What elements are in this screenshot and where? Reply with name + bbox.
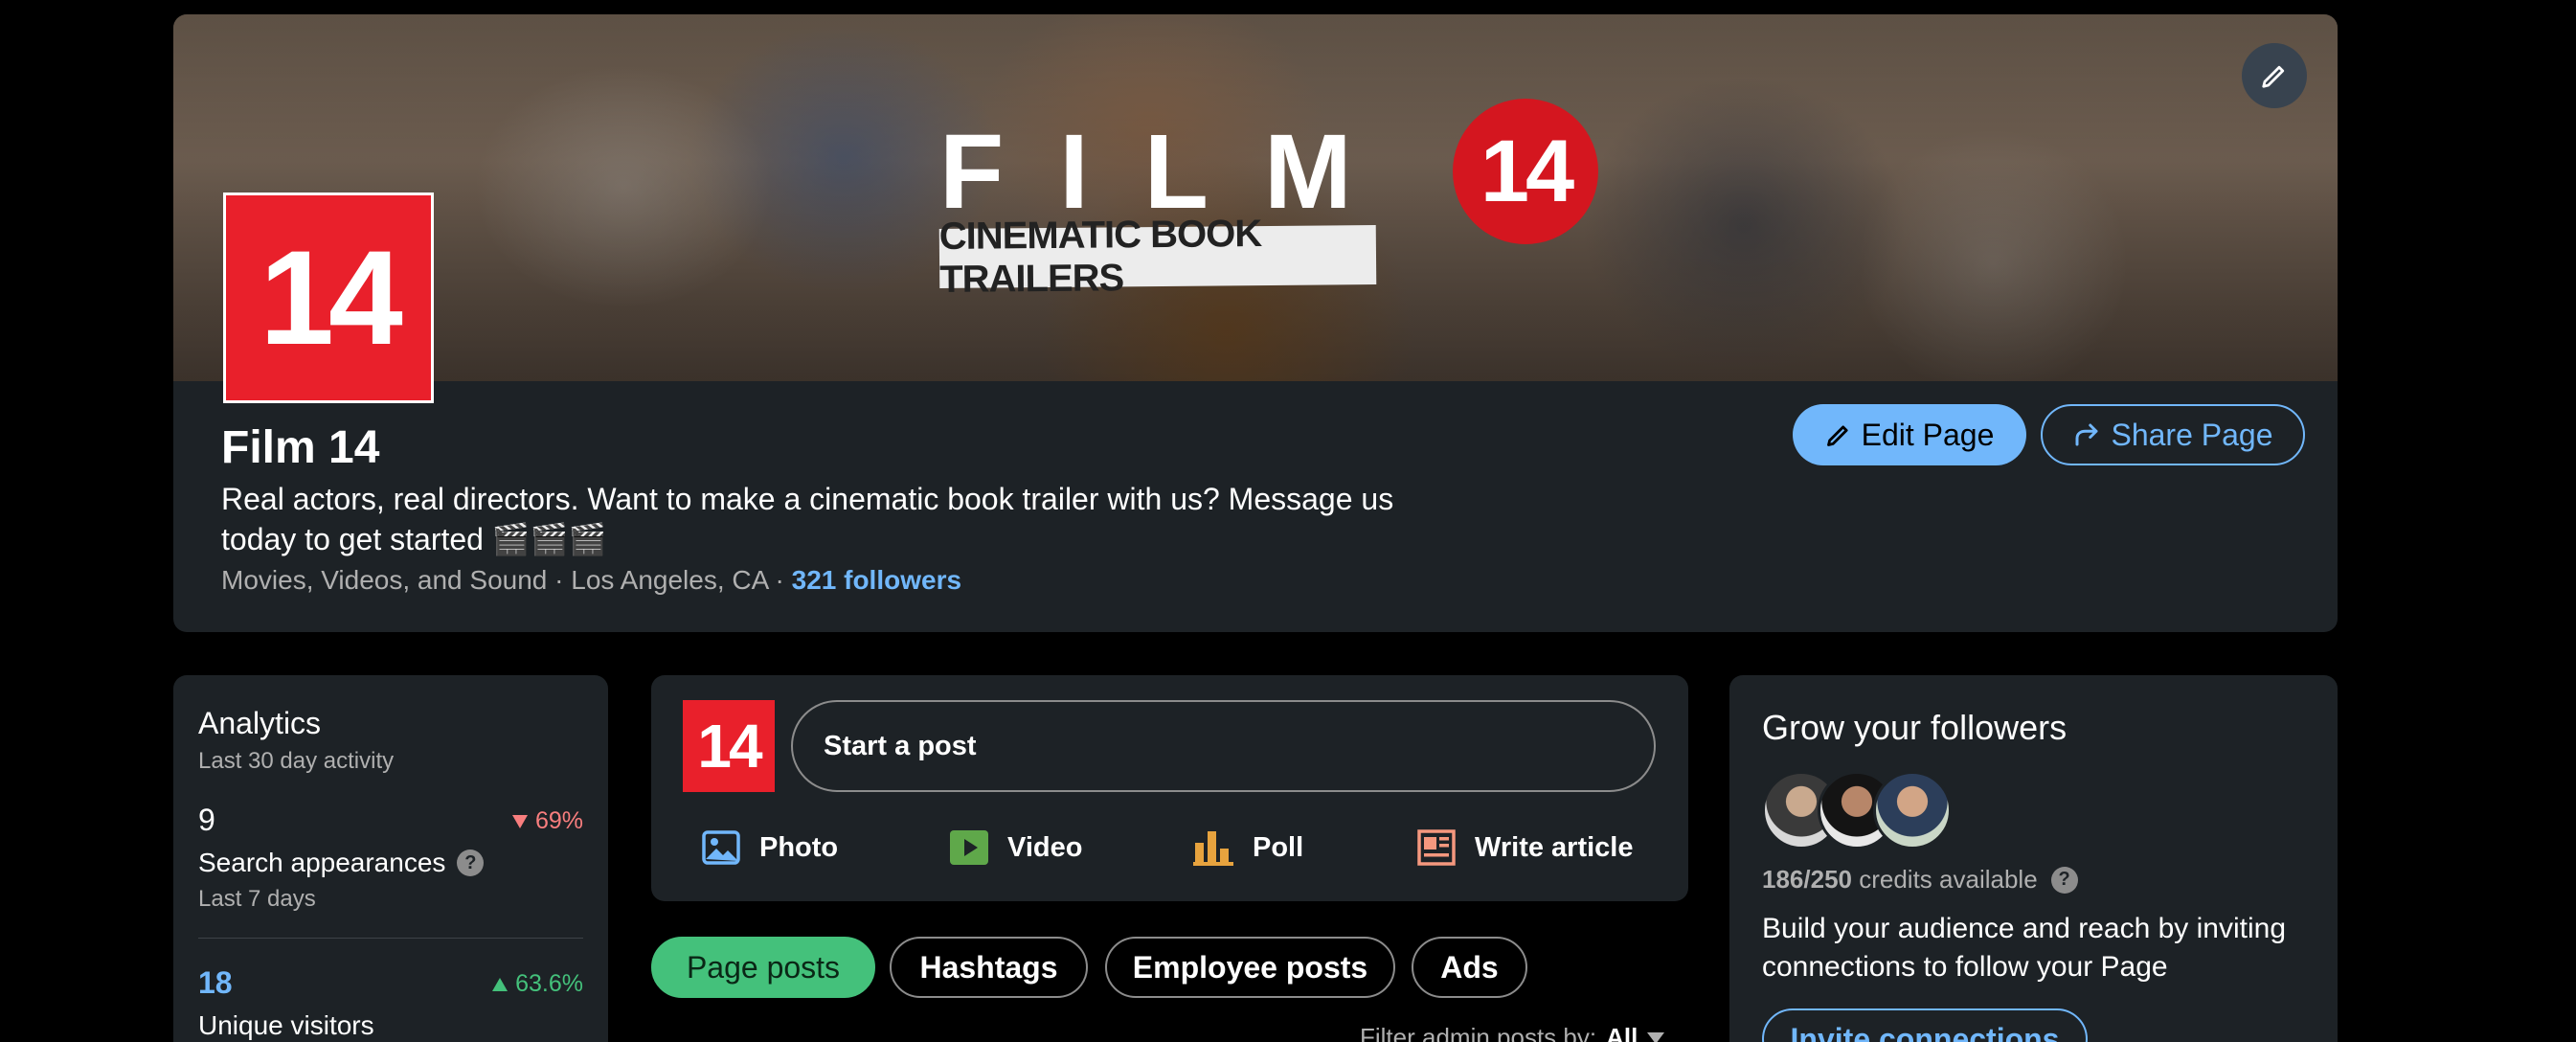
- share-arrow-icon: [2075, 423, 2098, 446]
- photo-label: Photo: [759, 831, 839, 863]
- cover-banner: FILM 14 CINEMATIC BOOK TRAILERS: [173, 14, 2338, 381]
- banner-strip: CINEMATIC BOOK TRAILERS: [939, 213, 1377, 301]
- avatar-stack: [1762, 771, 1954, 849]
- change-value: 69%: [534, 807, 583, 834]
- change-value: 63.6%: [515, 970, 583, 997]
- triangle-down-icon: [511, 814, 528, 828]
- analytics-title[interactable]: Analytics: [198, 706, 321, 741]
- pencil-icon: [2262, 65, 2285, 88]
- tab-page-posts[interactable]: Page posts: [651, 937, 875, 998]
- grow-description: Build your audience and reach by invitin…: [1762, 913, 2287, 983]
- triangle-up-icon: [492, 977, 508, 991]
- search-appearances-value[interactable]: 9: [198, 803, 215, 838]
- filter-label: Filter admin posts by:: [1360, 1023, 1597, 1042]
- write-article-button[interactable]: Write article: [1417, 819, 1633, 876]
- article-icon: [1417, 829, 1456, 866]
- search-appearances-change: 69%: [511, 807, 583, 835]
- edit-page-button[interactable]: Edit Page: [1793, 404, 2026, 465]
- invite-connections-button[interactable]: Invite connections: [1762, 1008, 2088, 1042]
- unique-visitors-value[interactable]: 18: [198, 965, 233, 1001]
- banner-badge: 14: [1453, 99, 1598, 244]
- tab-ads[interactable]: Ads: [1412, 937, 1527, 998]
- avatar: [1873, 771, 1952, 849]
- unique-visitors-label: Unique visitors: [198, 1010, 374, 1041]
- post-composer-card: 14 Start a post Photo Video Poll Write a…: [651, 675, 1688, 901]
- metric-label-text: Unique visitors: [198, 1010, 374, 1040]
- banner-title: FILM: [939, 113, 1408, 231]
- poll-label: Poll: [1253, 831, 1304, 863]
- credits-count: 186/250: [1762, 865, 1852, 894]
- tab-hashtags[interactable]: Hashtags: [890, 937, 1088, 998]
- followers-link[interactable]: 321 followers: [792, 565, 961, 595]
- video-label: Video: [1007, 831, 1083, 863]
- credits-available: 186/250 credits available ?: [1762, 865, 2078, 895]
- page-logo[interactable]: 14: [223, 193, 434, 403]
- video-button[interactable]: Video: [950, 819, 1082, 876]
- grow-followers-card: Grow your followers 186/250 credits avai…: [1729, 675, 2338, 1042]
- page-meta-info: Movies, Videos, and Sound · Los Angeles,…: [221, 565, 792, 595]
- page-header-card: FILM 14 CINEMATIC BOOK TRAILERS 14 Film …: [173, 14, 2338, 632]
- admin-post-filter[interactable]: Filter admin posts by: All: [1360, 1023, 1665, 1042]
- filter-value: All: [1606, 1023, 1638, 1042]
- analytics-subtitle: Last 30 day activity: [198, 748, 395, 774]
- photo-button[interactable]: Photo: [702, 819, 838, 876]
- credits-suffix: credits available: [1859, 865, 2038, 894]
- analytics-card: Analytics Last 30 day activity 9 69% Sea…: [173, 675, 608, 1042]
- poll-icon: [1193, 831, 1233, 866]
- share-page-button[interactable]: Share Page: [2041, 404, 2305, 465]
- photo-icon: [702, 830, 740, 865]
- page-tagline: Real actors, real directors. Want to mak…: [221, 482, 1394, 556]
- start-post-input[interactable]: Start a post: [791, 700, 1656, 792]
- search-appearances-label: Search appearances ?: [198, 848, 485, 878]
- video-icon: [950, 830, 988, 865]
- metric-period: Last 7 days: [198, 886, 316, 912]
- composer-avatar: 14: [683, 700, 775, 792]
- grow-followers-title: Grow your followers: [1762, 708, 2068, 747]
- metric-label-text: Search appearances: [198, 848, 446, 877]
- divider: [198, 938, 583, 939]
- unique-visitors-change: 63.6%: [492, 970, 583, 998]
- caret-down-icon: [1647, 1031, 1665, 1042]
- page-title: Film 14: [221, 422, 380, 473]
- write-article-label: Write article: [1475, 831, 1634, 863]
- poll-button[interactable]: Poll: [1193, 819, 1303, 876]
- help-icon[interactable]: ?: [457, 849, 485, 876]
- tab-employee-posts[interactable]: Employee posts: [1105, 937, 1395, 998]
- share-page-label: Share Page: [2111, 417, 2273, 452]
- page-meta: Movies, Videos, and Sound · Los Angeles,…: [221, 565, 961, 596]
- pencil-icon: [1826, 425, 1848, 446]
- edit-cover-button[interactable]: [2242, 43, 2307, 108]
- edit-page-label: Edit Page: [1861, 417, 1995, 452]
- help-icon[interactable]: ?: [2050, 866, 2078, 894]
